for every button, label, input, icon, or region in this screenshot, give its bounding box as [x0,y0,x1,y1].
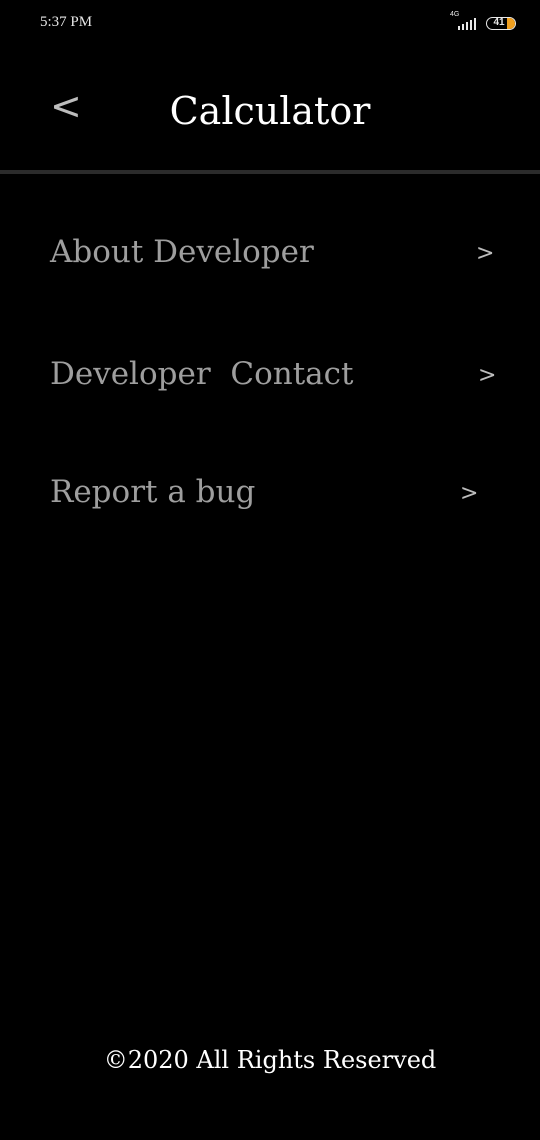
menu-item-label: About Developer [50,234,314,270]
menu-item-report-bug[interactable]: Report a bug > [0,462,540,522]
network-type-label: 4G [450,11,460,18]
menu-item-label: Report a bug [50,474,256,510]
chevron-right-icon: > [460,481,479,506]
status-bar: 5:37 PM 4G 41 [0,0,540,44]
status-icons: 4G 41 [450,11,516,32]
page-title: Calculator [169,89,371,133]
chevron-right-icon: > [478,363,497,388]
status-time: 5:37 PM [40,14,93,30]
menu-item-about-developer[interactable]: About Developer > [0,222,540,282]
copyright-footer: ©2020 All Rights Reserved [103,1046,437,1074]
battery-level: 41 [493,17,505,28]
header-divider [0,170,540,174]
menu-item-label: Developer Contact [50,356,354,392]
app-header: < Calculator [0,60,540,168]
chevron-right-icon: > [476,241,495,266]
battery-icon: 41 [486,16,516,30]
battery-fill [507,17,515,29]
menu-item-developer-contact[interactable]: Developer Contact > [0,344,540,404]
signal-icon: 4G [450,11,478,32]
